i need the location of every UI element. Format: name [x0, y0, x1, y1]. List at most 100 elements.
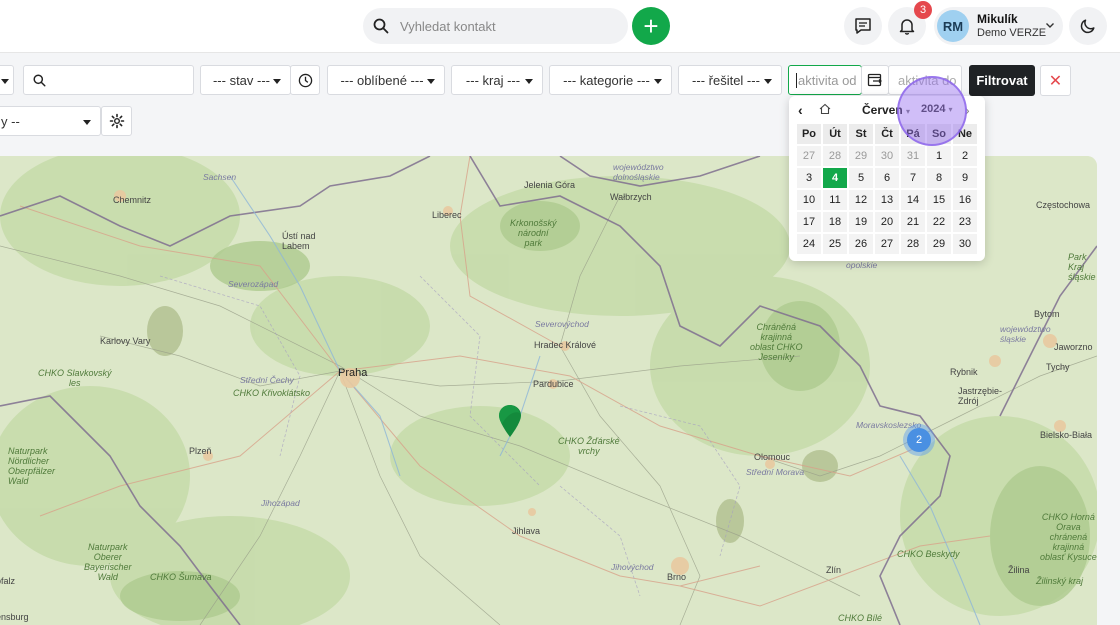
- clock-icon: [298, 73, 312, 87]
- place-karlovy: Karlovy Vary: [100, 336, 151, 346]
- contact-search[interactable]: [363, 8, 628, 44]
- calendar-day[interactable]: 18: [823, 212, 847, 232]
- area-chko-zdarske: CHKO Žďárské vrchy: [558, 436, 620, 456]
- area-chko-bile: CHKO Bílé: [838, 613, 883, 623]
- region-sachsen: Sachsen: [203, 172, 237, 182]
- calendar-day[interactable]: 2: [953, 146, 977, 166]
- area-naturpark-ober: Naturpark Nördlicher Oberpfälzer Wald: [8, 446, 56, 486]
- place-praha: Praha: [338, 367, 368, 379]
- stav-select[interactable]: --- stav ---: [200, 65, 291, 95]
- filter-button[interactable]: Filtrovat: [969, 65, 1035, 96]
- map-cluster-marker[interactable]: 2: [903, 424, 935, 456]
- area-krkonose: Krkonošský národní park: [510, 218, 557, 248]
- area-zilinsky: Žilinský kraj: [1036, 576, 1084, 586]
- home-icon[interactable]: [819, 103, 831, 115]
- region-slaskie: województwo śląskie: [1000, 324, 1051, 344]
- resitel-select[interactable]: --- řešitel ---: [678, 65, 782, 95]
- kraj-select[interactable]: --- kraj ---: [451, 65, 543, 95]
- text-cursor: [796, 72, 797, 88]
- calendar-day[interactable]: 23: [953, 212, 977, 232]
- calendar-day[interactable]: 1: [927, 146, 951, 166]
- messages-button[interactable]: [844, 7, 882, 45]
- theme-toggle-button[interactable]: [1069, 7, 1107, 45]
- calendar-day[interactable]: 3: [797, 168, 821, 188]
- calendar-day[interactable]: 21: [901, 212, 925, 232]
- weekday-header: Po: [797, 124, 821, 144]
- calendar-day[interactable]: 20: [875, 212, 899, 232]
- area-chko-jeseniky: Chráněná krajinná oblast CHKO Jeseníky: [750, 322, 803, 362]
- click-highlight: [897, 76, 967, 146]
- calendar-day[interactable]: 12: [849, 190, 873, 210]
- calendar-day[interactable]: 30: [953, 234, 977, 254]
- activity-from-field[interactable]: aktivita od: [788, 65, 862, 95]
- calendar-day[interactable]: 8: [927, 168, 951, 188]
- calendar-day[interactable]: 29: [927, 234, 951, 254]
- kategorie-select[interactable]: --- kategorie ---: [549, 65, 672, 95]
- add-contact-button[interactable]: +: [632, 7, 670, 45]
- calendar-day[interactable]: 25: [823, 234, 847, 254]
- kategorie-select-label: --- kategorie ---: [563, 72, 650, 88]
- calendar-day[interactable]: 27: [875, 234, 899, 254]
- place-bytom: Bytom: [1034, 309, 1060, 319]
- prev-month-button[interactable]: ‹: [798, 102, 803, 118]
- settings-button[interactable]: [101, 106, 132, 136]
- partial-select[interactable]: [0, 65, 14, 95]
- calendar-day[interactable]: 7: [901, 168, 925, 188]
- search-icon: [373, 18, 389, 34]
- place-walbrzych: Wałbrzych: [610, 192, 652, 202]
- calendar-day[interactable]: 31: [901, 146, 925, 166]
- search-icon: [33, 73, 46, 87]
- calendar-day[interactable]: 24: [797, 234, 821, 254]
- avatar: RM: [937, 10, 969, 42]
- date-range-swap-button[interactable]: [861, 65, 889, 95]
- place-pfalz: pfalz: [0, 576, 16, 586]
- secondary-select[interactable]: y --: [0, 106, 101, 136]
- text-search-filter[interactable]: [23, 65, 194, 95]
- place-pardubice: Pardubice: [533, 379, 574, 389]
- calendar-day[interactable]: 29: [849, 146, 873, 166]
- oblibene-select[interactable]: --- oblíbené ---: [327, 65, 445, 95]
- calendar-day[interactable]: 11: [823, 190, 847, 210]
- place-chemnitz: Chemnitz: [113, 195, 152, 205]
- place-liberec: Liberec: [432, 210, 462, 220]
- calendar-day[interactable]: 9: [953, 168, 977, 188]
- map-pin-icon[interactable]: [498, 404, 522, 438]
- place-plzen: Plzeň: [189, 446, 212, 456]
- calendar-day[interactable]: 28: [823, 146, 847, 166]
- calendar-day[interactable]: 22: [927, 212, 951, 232]
- region-severozapad: Severozápad: [228, 279, 279, 289]
- place-jihlava: Jihlava: [512, 526, 541, 536]
- place-rybnik: Rybnik: [950, 367, 978, 377]
- calendar-day[interactable]: 30: [875, 146, 899, 166]
- user-org: Demo VERZE: [977, 27, 1047, 39]
- place-ensburg: ensburg: [0, 612, 29, 622]
- weekday-header: Čt: [875, 124, 899, 144]
- place-jaworzno: Jaworzno: [1054, 342, 1093, 352]
- calendar-day[interactable]: 27: [797, 146, 821, 166]
- area-chko-beskydy: CHKO Beskydy: [897, 549, 960, 559]
- contact-search-input[interactable]: [400, 18, 600, 34]
- area-naturpark-bay: Naturpark Oberer Bayerischer Wald: [84, 542, 132, 582]
- calendar-day[interactable]: 19: [849, 212, 873, 232]
- place-olomouc: Olomouc: [754, 452, 791, 462]
- calendar-day[interactable]: 5: [849, 168, 873, 188]
- user-menu[interactable]: RM Mikulík Demo VERZE: [934, 7, 1063, 45]
- calendar-day[interactable]: 14: [901, 190, 925, 210]
- place-czestochowa: Częstochowa: [1036, 200, 1091, 210]
- calendar-day[interactable]: 28: [901, 234, 925, 254]
- calendar-day[interactable]: 10: [797, 190, 821, 210]
- history-button[interactable]: [290, 65, 320, 95]
- bell-icon: [899, 19, 915, 35]
- calendar-day[interactable]: 17: [797, 212, 821, 232]
- calendar-day[interactable]: 16: [953, 190, 977, 210]
- calendar-day[interactable]: 6: [875, 168, 899, 188]
- place-zlin: Zlín: [826, 565, 842, 575]
- calendar-day[interactable]: 13: [875, 190, 899, 210]
- calendar-day[interactable]: 26: [849, 234, 873, 254]
- clear-filters-button[interactable]: ✕: [1040, 65, 1071, 96]
- notification-badge: 3: [914, 1, 932, 19]
- calendar-day[interactable]: 4: [823, 168, 847, 188]
- calendar-day[interactable]: 15: [927, 190, 951, 210]
- area-chko-slavkovsky: CHKO Slavkovský les: [38, 368, 112, 388]
- area-park-landscape: Park Kraj śląskie: [1068, 252, 1096, 282]
